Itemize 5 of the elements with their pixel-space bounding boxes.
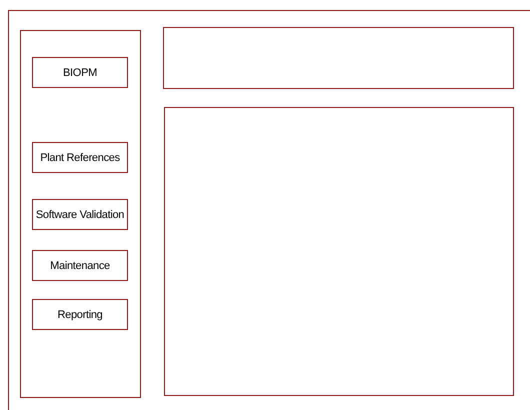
nav-button[interactable]: BIOPM: [32, 57, 128, 88]
nav-button[interactable]: Plant References: [32, 142, 128, 173]
nav-button[interactable]: Reporting: [32, 299, 128, 330]
nav-button[interactable]: Software Validation: [32, 199, 128, 230]
nav-button[interactable]: Maintenance: [32, 250, 128, 281]
